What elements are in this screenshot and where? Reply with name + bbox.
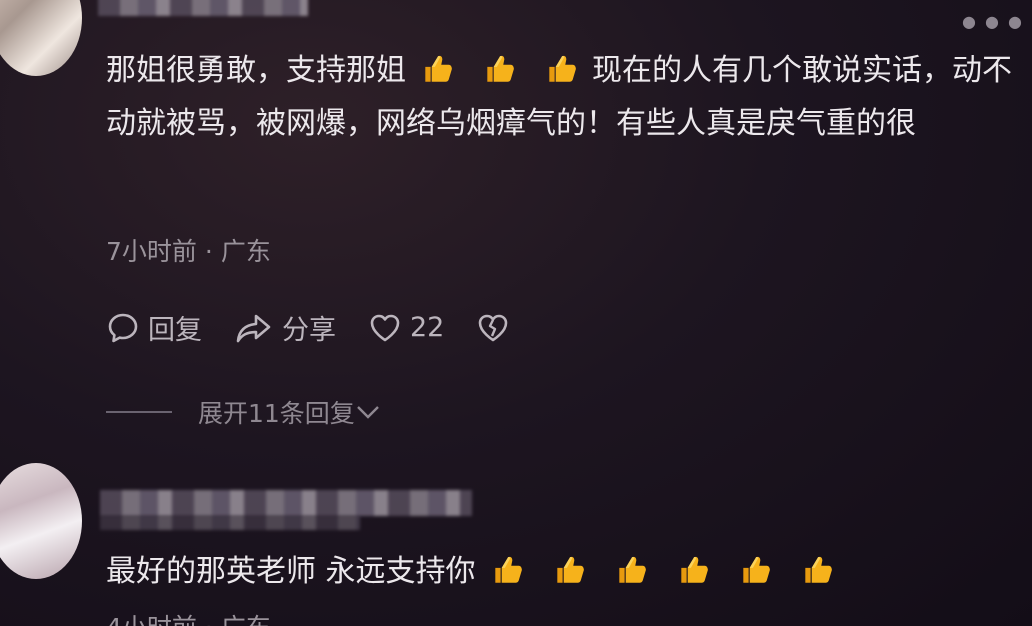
- avatar[interactable]: [0, 463, 82, 579]
- thumbs-up-emoji-icon: [494, 556, 522, 583]
- thumbs-up-emoji-icon: [680, 556, 708, 583]
- reply-label: 回复: [148, 315, 202, 346]
- separator-dot: ·: [205, 613, 213, 626]
- avatar[interactable]: [0, 0, 82, 76]
- reply-button[interactable]: 回复: [106, 308, 202, 347]
- comment-bubble-icon: [108, 313, 138, 342]
- thumbs-up-emoji-icon: [425, 55, 452, 82]
- share-button[interactable]: 分享: [234, 308, 336, 347]
- like-button[interactable]: 22: [368, 311, 444, 345]
- comment-actions: 回复 分享 22: [106, 308, 550, 347]
- divider-line: [106, 411, 172, 413]
- more-dots-icon[interactable]: ● ● ●: [962, 12, 1024, 31]
- share-arrow-icon: [236, 314, 271, 342]
- blurred-username-detail: [100, 516, 360, 530]
- share-label: 分享: [282, 315, 336, 346]
- separator-dot: ·: [204, 237, 213, 266]
- thumbs-up-emoji-icon: [556, 556, 584, 583]
- expand-replies-label: 展开11条回复: [198, 399, 355, 428]
- chevron-down-icon: [356, 406, 379, 419]
- comment-text: 那姐很勇敢，支持那姐 现在的人有几个敢说实话，动不动就被骂，被网爆，网络乌烟瘴气的…: [106, 44, 1016, 150]
- like-count: 22: [410, 312, 445, 343]
- comment-time: 7小时前: [106, 237, 197, 266]
- comment-text-part: 最好的那英老师 永远支持你: [106, 554, 476, 589]
- thumbs-up-emoji-icon: [549, 55, 576, 82]
- expand-replies-button[interactable]: 展开11条回复: [106, 394, 381, 430]
- thumbs-up-emoji-icon: [487, 55, 514, 82]
- comment-location: 广东: [221, 613, 271, 626]
- comment-location: 广东: [220, 237, 271, 266]
- comment-text: 最好的那英老师 永远支持你: [106, 545, 1016, 598]
- blurred-username[interactable]: [98, 0, 308, 16]
- comment-meta: 7小时前 · 广东: [106, 232, 271, 268]
- comment-text-part: 那姐很勇敢，支持那姐: [106, 53, 406, 88]
- heart-icon: [370, 314, 400, 341]
- comment-meta: 4小时前 · 广东: [106, 608, 271, 626]
- broken-heart-icon: [479, 314, 508, 341]
- thumbs-up-emoji-icon: [618, 556, 646, 583]
- thumbs-up-emoji-icon: [804, 556, 832, 583]
- thumbs-up-emoji-icon: [742, 556, 770, 583]
- blurred-username[interactable]: [100, 490, 472, 516]
- dislike-button[interactable]: [476, 311, 518, 345]
- comment-time: 4小时前: [106, 613, 197, 626]
